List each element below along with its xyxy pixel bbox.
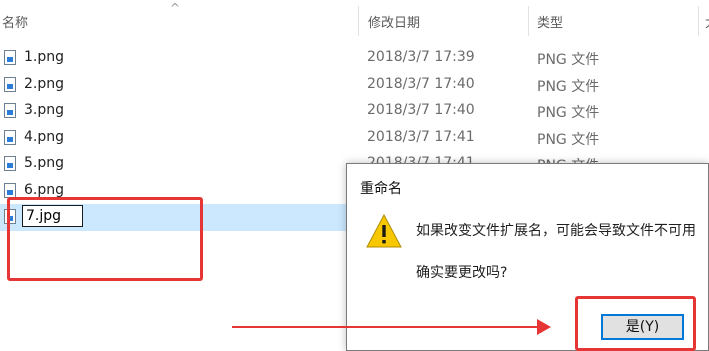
column-size[interactable]: 大 xyxy=(705,12,709,31)
png-file-icon xyxy=(4,76,16,92)
warning-icon xyxy=(366,213,402,248)
rename-dialog: 重命名 如果改变文件扩展名，可能会导致文件不可用 确实要更改吗? 是(Y) xyxy=(346,163,709,351)
file-name: 5.png xyxy=(24,155,65,171)
file-name: 1.png xyxy=(24,49,65,65)
file-type: PNG 文件 xyxy=(537,78,600,95)
dialog-title: 重命名 xyxy=(360,181,402,197)
file-name: 2.png xyxy=(24,75,65,92)
yes-button[interactable]: 是(Y) xyxy=(601,314,684,340)
column-header: ^ 名称 修改日期 类型 大 xyxy=(0,0,709,38)
png-file-icon xyxy=(4,50,16,65)
png-file-icon xyxy=(4,129,16,145)
file-name: 3.png xyxy=(24,102,65,118)
file-type: PNG 文件 xyxy=(537,105,600,121)
file-date: 2018/3/7 17:39 xyxy=(367,49,475,65)
file-row[interactable]: 3.png 2018/3/7 17:40 PNG 文件 xyxy=(0,98,709,125)
column-divider[interactable] xyxy=(698,6,699,36)
file-date: 2018/3/7 17:40 xyxy=(367,75,475,92)
column-date-modified[interactable]: 修改日期 xyxy=(368,12,420,31)
file-name: 6.png xyxy=(24,181,65,198)
dialog-question: 确实要更改吗? xyxy=(416,265,508,281)
dialog-message: 如果改变文件扩展名，可能会导致文件不可用 xyxy=(416,223,696,239)
file-row[interactable]: 1.png 2018/3/7 17:39 PNG 文件 xyxy=(0,45,709,72)
sort-ascending-icon[interactable]: ^ xyxy=(170,2,180,14)
file-name: 4.png xyxy=(24,128,65,145)
red-arrow-head-icon xyxy=(537,319,551,335)
file-type: PNG 文件 xyxy=(537,52,600,68)
png-file-icon xyxy=(4,103,16,118)
column-type[interactable]: 类型 xyxy=(537,12,563,31)
png-file-icon xyxy=(4,182,16,198)
column-divider[interactable] xyxy=(528,6,529,36)
column-divider[interactable] xyxy=(358,6,359,36)
file-row[interactable]: 4.png 2018/3/7 17:41 PNG 文件 xyxy=(0,125,709,152)
file-row[interactable]: 2.png 2018/3/7 17:40 PNG 文件 xyxy=(0,72,709,99)
rename-input[interactable] xyxy=(22,205,83,227)
file-type: PNG 文件 xyxy=(537,131,600,148)
red-arrow-line xyxy=(232,326,544,328)
file-date: 2018/3/7 17:40 xyxy=(367,102,475,118)
png-file-icon xyxy=(4,156,16,171)
jpg-file-icon xyxy=(4,209,16,224)
file-date: 2018/3/7 17:41 xyxy=(367,128,475,145)
column-name[interactable]: 名称 xyxy=(2,12,28,31)
